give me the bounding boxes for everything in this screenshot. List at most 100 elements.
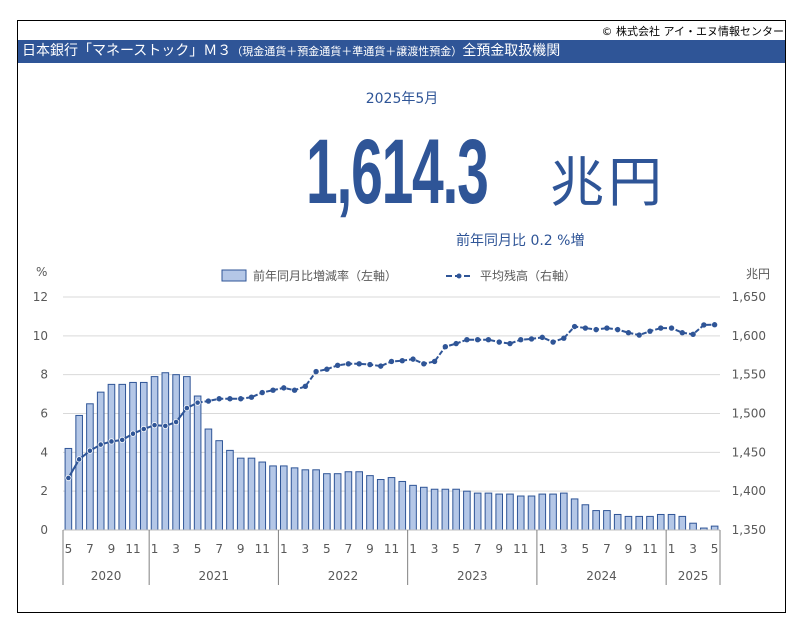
bar — [64, 447, 73, 531]
line-point — [399, 357, 405, 364]
line-point — [172, 418, 180, 426]
bar — [355, 471, 363, 531]
month-label: 7 — [603, 542, 611, 556]
line-point — [561, 335, 567, 341]
month-label: 5 — [194, 542, 202, 556]
bar — [75, 414, 83, 531]
line-point — [324, 366, 330, 372]
month-label: 3 — [302, 542, 310, 556]
right-tick-label: 1,500 — [732, 407, 766, 421]
line-point — [679, 330, 686, 336]
line-point — [614, 326, 621, 333]
bar — [570, 498, 579, 531]
month-label: 1 — [538, 542, 546, 556]
line-point — [205, 398, 212, 404]
bar — [215, 440, 223, 531]
bar — [161, 372, 170, 531]
line-point — [270, 387, 276, 393]
left-tick-label: 2 — [40, 484, 48, 498]
bar — [236, 457, 245, 531]
bar — [139, 381, 148, 531]
line-point — [582, 325, 589, 331]
bar — [420, 486, 428, 531]
bar — [344, 471, 353, 531]
month-label: 9 — [625, 542, 633, 556]
bar — [183, 376, 191, 531]
legend-line-label: 平均残高（右軸） — [480, 268, 576, 283]
line-point — [162, 422, 169, 430]
bar — [689, 522, 697, 531]
line-point — [690, 331, 696, 337]
month-label: 9 — [237, 542, 245, 556]
left-tick-label: 0 — [40, 523, 48, 537]
bar — [150, 376, 159, 531]
line-point — [140, 425, 147, 433]
line-point — [464, 337, 470, 343]
bar — [506, 493, 514, 531]
line-point — [453, 340, 459, 347]
line-point — [108, 438, 115, 445]
year-label: 2021 — [199, 569, 230, 583]
year-label: 2025 — [678, 569, 709, 583]
line-point — [334, 362, 341, 369]
bar — [301, 469, 310, 531]
left-tick-label: 8 — [40, 368, 48, 382]
line-point — [539, 334, 545, 341]
line-point — [442, 344, 449, 350]
legend-bar-swatch — [221, 269, 247, 282]
right-axis-label: 兆円 — [746, 267, 770, 281]
legend-bar-label: 前年同月比増減率（左軸） — [253, 268, 397, 283]
line-point — [378, 363, 384, 369]
bar — [376, 479, 385, 531]
month-label: 11 — [513, 542, 528, 556]
bar — [204, 428, 213, 531]
line-point — [216, 396, 222, 402]
line-point — [410, 356, 416, 362]
line-point — [259, 389, 265, 396]
bar — [409, 484, 417, 531]
month-label: 3 — [431, 542, 439, 556]
month-label: 5 — [323, 542, 331, 556]
line-point — [658, 325, 664, 331]
bar — [527, 495, 536, 531]
bar — [258, 461, 267, 531]
line-point — [431, 358, 438, 365]
line-point — [183, 404, 190, 412]
line-point — [421, 361, 427, 367]
line-point — [518, 337, 524, 343]
bar — [646, 515, 654, 531]
month-label: 7 — [345, 542, 353, 556]
left-tick-label: 10 — [33, 329, 48, 343]
year-label: 2022 — [328, 569, 359, 583]
bar — [312, 469, 320, 531]
bar — [667, 513, 676, 531]
line-point — [194, 399, 201, 406]
month-label: 3 — [689, 542, 697, 556]
line-point — [86, 447, 94, 454]
month-label: 3 — [560, 542, 568, 556]
line-point — [625, 330, 632, 336]
bar — [495, 493, 504, 531]
line-point — [388, 358, 395, 365]
bar — [656, 513, 665, 531]
line-point — [711, 322, 718, 328]
month-label: 1 — [280, 542, 288, 556]
month-label: 5 — [452, 542, 460, 556]
bar — [279, 465, 288, 531]
line-point — [528, 336, 535, 342]
year-label: 2020 — [91, 569, 122, 583]
bar — [549, 493, 557, 531]
line-point — [313, 368, 319, 375]
line-point — [129, 430, 137, 437]
bar — [624, 515, 633, 531]
line-point — [474, 337, 481, 343]
right-tick-label: 1,600 — [732, 329, 766, 343]
month-label: 5 — [711, 542, 719, 556]
year-label: 2024 — [586, 569, 617, 583]
line-point — [356, 361, 362, 367]
line-point — [593, 326, 599, 333]
bar — [613, 513, 622, 531]
month-label: 5 — [65, 542, 73, 556]
line-point — [65, 474, 72, 482]
line-point — [281, 385, 287, 391]
